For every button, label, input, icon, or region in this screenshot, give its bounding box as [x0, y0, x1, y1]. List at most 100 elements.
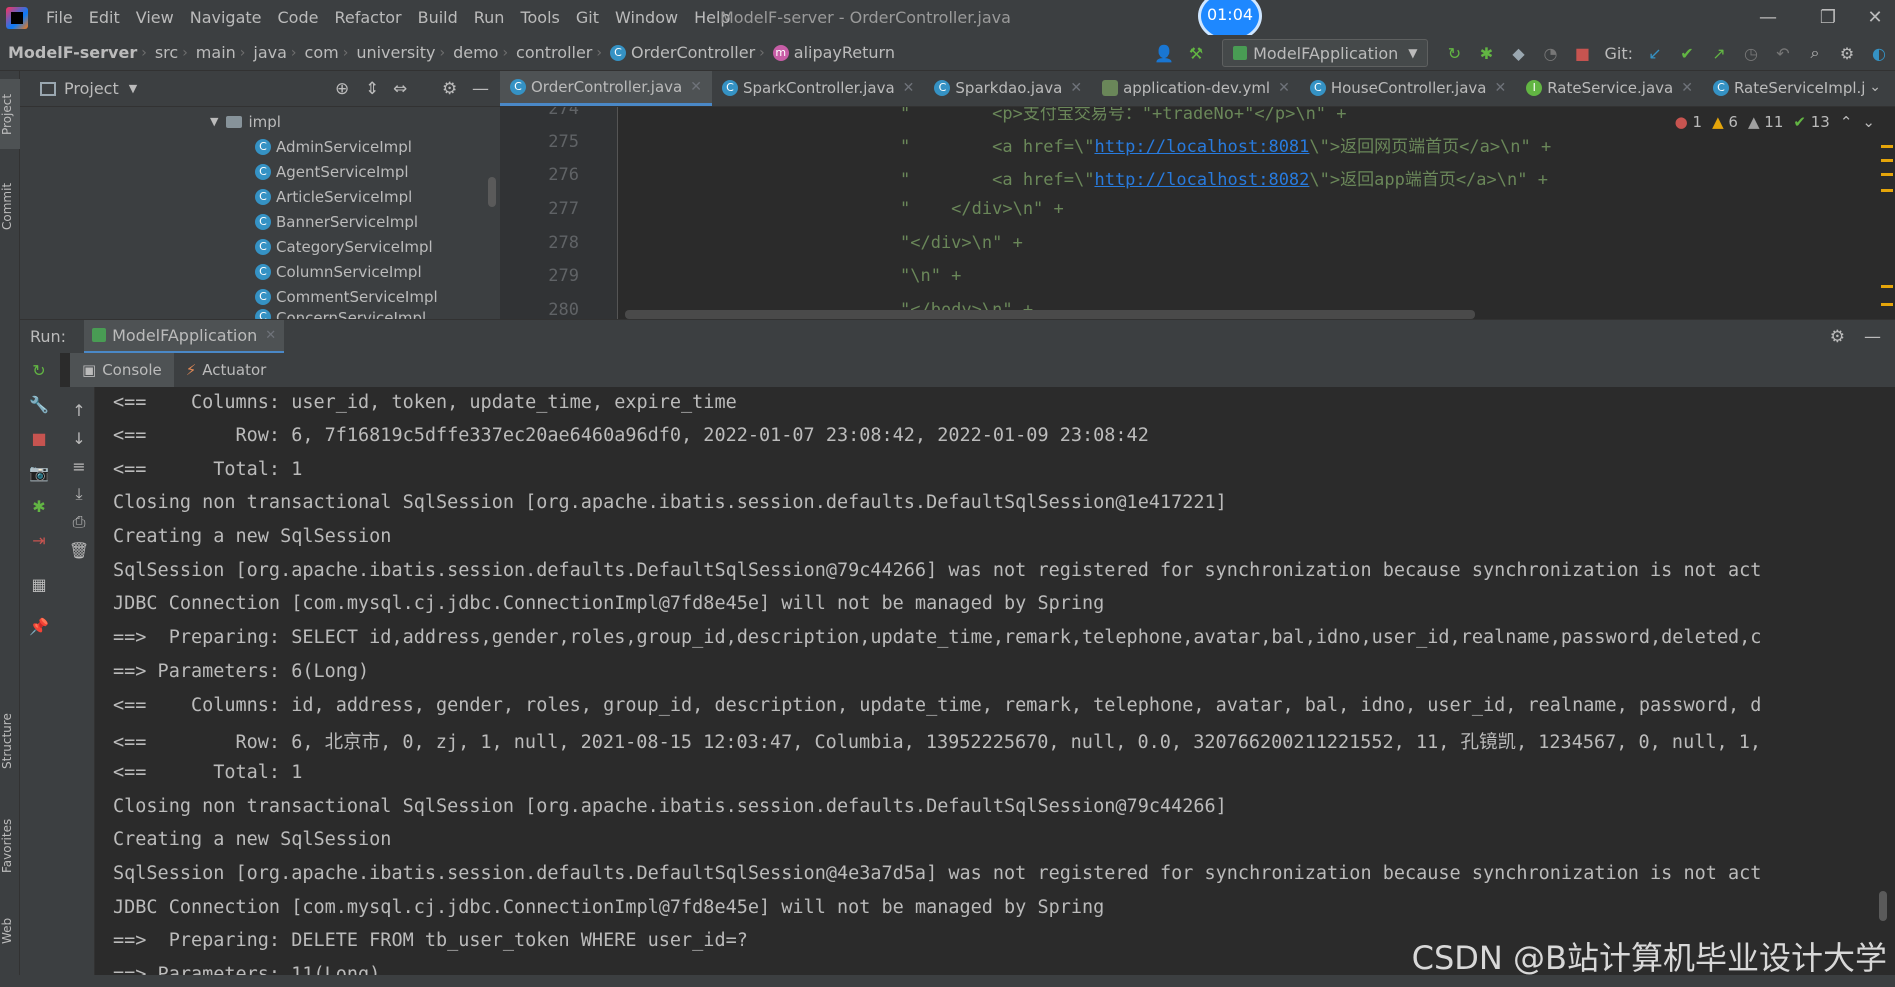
warning-marker[interactable] — [1881, 285, 1893, 288]
exit-icon[interactable]: ⇥ — [28, 529, 50, 551]
rerun-icon[interactable]: ↻ — [28, 359, 50, 381]
tab-sparkdao[interactable]: C Sparkdao.java ✕ — [924, 71, 1092, 106]
menu-run[interactable]: Run — [466, 0, 513, 35]
arrow-down-icon[interactable]: ↓ — [68, 427, 90, 449]
error-stripe[interactable] — [1877, 107, 1895, 319]
tree-item[interactable]: C BannerServiceImpl — [20, 209, 500, 234]
chevron-down-icon[interactable]: ▼ — [210, 115, 218, 128]
tab-ordercontroller[interactable]: C OrderController.java ✕ — [500, 71, 712, 106]
breadcrumb-university[interactable]: university — [348, 43, 439, 62]
tool-tab-web[interactable]: Web — [0, 906, 20, 956]
scroll-to-end-icon[interactable]: ⤓ — [68, 483, 90, 505]
warning-marker[interactable] — [1881, 159, 1893, 162]
debug-bug-icon[interactable]: ✱ — [28, 495, 50, 517]
menu-edit[interactable]: Edit — [81, 0, 128, 35]
git-commit-icon[interactable]: ✔ — [1673, 39, 1701, 67]
warning-marker[interactable] — [1881, 145, 1893, 148]
breadcrumb-method[interactable]: m alipayReturn — [765, 43, 899, 62]
tab-application-dev-yml[interactable]: application-dev.yml ✕ — [1092, 71, 1300, 106]
editor-horizontal-scrollbar[interactable] — [625, 310, 1475, 319]
build-hammer-icon[interactable]: ⚒ — [1182, 39, 1210, 67]
close-icon[interactable]: ✕ — [1494, 80, 1506, 96]
project-title[interactable]: Project — [64, 79, 119, 98]
locate-target-icon[interactable]: ⊕ — [335, 79, 349, 99]
tab-sparkcontroller[interactable]: C SparkController.java ✕ — [712, 71, 924, 106]
settings-gear-icon[interactable]: ⚙ — [442, 79, 457, 99]
pin-icon[interactable]: 📌 — [28, 615, 50, 637]
tree-item[interactable]: C CommentServiceImpl — [20, 284, 500, 309]
tab-actuator[interactable]: ⚡ Actuator — [174, 353, 279, 387]
rerun-icon[interactable]: ↻ — [1440, 39, 1468, 67]
layout-icon[interactable]: ▦ — [28, 573, 50, 595]
menu-file[interactable]: File — [38, 0, 81, 35]
tool-tab-favorites[interactable]: Favorites — [0, 806, 20, 886]
arrow-up-icon[interactable]: ↑ — [68, 399, 90, 421]
tree-item[interactable]: C ArticleServiceImpl — [20, 184, 500, 209]
breadcrumb-src[interactable]: src — [147, 43, 182, 62]
breadcrumb-main[interactable]: main — [188, 43, 240, 62]
trash-icon[interactable]: 🗑 — [68, 539, 90, 561]
menu-refactor[interactable]: Refactor — [326, 0, 409, 35]
close-icon[interactable]: ✕ — [690, 79, 702, 95]
run-tab-modelfapplication[interactable]: ModelFApplication ✕ — [84, 319, 285, 354]
git-push-icon[interactable]: ↗ — [1705, 39, 1733, 67]
menu-build[interactable]: Build — [410, 0, 466, 35]
tab-console[interactable]: ▣ Console — [70, 353, 174, 387]
menu-navigate[interactable]: Navigate — [182, 0, 270, 35]
run-configuration-select[interactable]: ModelFApplication ▼ — [1222, 39, 1429, 67]
tree-scrollbar[interactable] — [488, 177, 496, 207]
history-icon[interactable]: ◷ — [1737, 39, 1765, 67]
menu-view[interactable]: View — [128, 0, 182, 35]
close-icon[interactable]: ✕ — [903, 80, 915, 96]
profiler-icon[interactable]: ◔ — [1536, 39, 1564, 67]
tree-folder-impl[interactable]: ▼ impl — [20, 109, 500, 134]
breadcrumb-controller[interactable]: controller — [508, 43, 596, 62]
close-icon[interactable]: ✕ — [1681, 80, 1693, 96]
hide-panel-icon[interactable]: — — [472, 79, 489, 99]
settings-gear-icon[interactable]: ⚙ — [1830, 327, 1845, 347]
close-icon[interactable]: ✕ — [1278, 80, 1290, 96]
tab-housecontroller[interactable]: C HouseController.java ✕ — [1300, 71, 1516, 106]
menu-code[interactable]: Code — [270, 0, 327, 35]
restore-icon[interactable]: ❐ — [1808, 0, 1848, 35]
ide-update-icon[interactable]: ◐ — [1865, 39, 1893, 67]
tool-tab-project[interactable]: Project — [0, 79, 20, 149]
tree-item[interactable]: C AdminServiceImpl — [20, 134, 500, 159]
git-update-icon[interactable]: ↙ — [1641, 39, 1669, 67]
hide-panel-icon[interactable]: — — [1864, 327, 1881, 347]
breadcrumb-java[interactable]: java — [245, 43, 291, 62]
collapse-all-icon[interactable]: ⇔ — [393, 79, 407, 99]
stop-icon[interactable]: ■ — [1568, 39, 1596, 67]
minimize-icon[interactable]: — — [1748, 0, 1788, 35]
wrench-icon[interactable]: 🔧 — [28, 393, 50, 415]
tree-item[interactable]: C ColumnServiceImpl — [20, 259, 500, 284]
console-scrollbar[interactable] — [1879, 891, 1887, 921]
print-icon[interactable]: ⎙ — [68, 511, 90, 533]
tool-tab-structure[interactable]: Structure — [0, 701, 20, 781]
code-editor[interactable]: 274 275 276 277 278 279 280 " <p>支付宝交易号：… — [500, 107, 1895, 319]
warning-marker[interactable] — [1881, 303, 1893, 306]
close-window-icon[interactable]: ✕ — [1855, 0, 1895, 35]
tree-item[interactable]: C AgentServiceImpl — [20, 159, 500, 184]
menu-git[interactable]: Git — [568, 0, 607, 35]
soft-wrap-icon[interactable]: ≡ — [68, 455, 90, 477]
close-icon[interactable]: ✕ — [1070, 80, 1082, 96]
settings-gear-icon[interactable]: ⚙ — [1833, 39, 1861, 67]
breadcrumb-project[interactable]: ModelF-server — [0, 43, 141, 62]
close-icon[interactable]: ✕ — [265, 328, 276, 343]
warning-marker[interactable] — [1881, 173, 1893, 176]
menu-window[interactable]: Window — [607, 0, 686, 35]
chevron-down-icon[interactable]: ▼ — [129, 82, 137, 95]
warning-marker[interactable] — [1881, 189, 1893, 192]
chevron-up-icon[interactable]: ⌃ — [1840, 113, 1853, 131]
menu-tools[interactable]: Tools — [512, 0, 567, 35]
search-icon[interactable]: ⌕ — [1801, 39, 1829, 67]
breadcrumb-class[interactable]: C OrderController — [602, 43, 759, 62]
tab-rateserviceimpl[interactable]: C RateServiceImpl.j — [1703, 71, 1876, 106]
code-url-link[interactable]: http://localhost:8082 — [1094, 170, 1309, 190]
debug-bug-icon[interactable]: ✱ — [1472, 39, 1500, 67]
tree-item[interactable]: C CategoryServiceImpl — [20, 234, 500, 259]
coverage-shield-icon[interactable]: ◆ — [1504, 39, 1532, 67]
rollback-icon[interactable]: ↶ — [1769, 39, 1797, 67]
expand-all-icon[interactable]: ⇕ — [365, 79, 379, 99]
